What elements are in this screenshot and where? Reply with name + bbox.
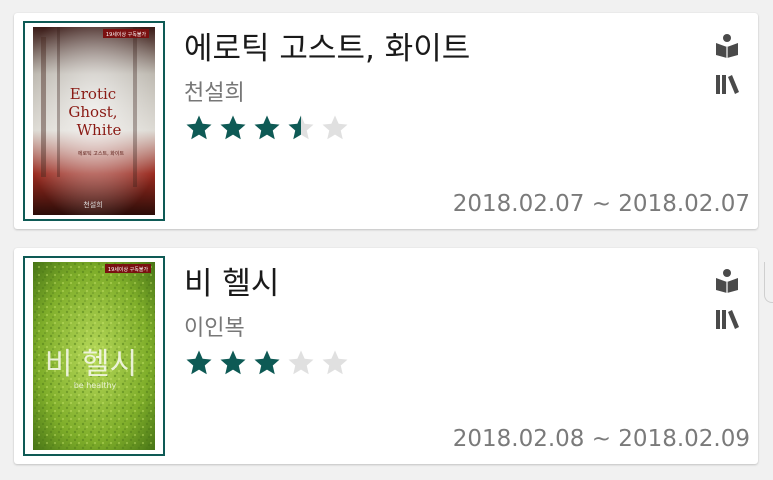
book-cover-frame[interactable]: 19세이상 구독불가 Erotic Ghost, White 에로틱 고스트, … (23, 21, 165, 221)
svg-text:19세이상 구독불가: 19세이상 구독불가 (108, 266, 149, 273)
star-filled-icon (218, 348, 248, 378)
svg-text:19세이상 구독불가: 19세이상 구독불가 (106, 31, 147, 38)
svg-text:Ghost,: Ghost, (68, 103, 117, 121)
book-title: 에로틱 고스트, 화이트 (184, 31, 471, 67)
book-card[interactable]: 19세이상 구독불가 Erotic Ghost, White 에로틱 고스트, … (14, 13, 758, 229)
star-filled-icon (218, 113, 248, 143)
bookshelf-icon[interactable] (714, 306, 740, 332)
reading-icon[interactable] (714, 267, 740, 293)
svg-text:에로틱 고스트, 화이트: 에로틱 고스트, 화이트 (78, 150, 125, 157)
scroll-indicator[interactable] (764, 262, 773, 303)
reading-date-range: 2018.02.07 ~ 2018.02.07 (452, 191, 750, 217)
book-history-list: 19세이상 구독불가 Erotic Ghost, White 에로틱 고스트, … (0, 0, 773, 480)
star-filled-icon (252, 113, 282, 143)
star-half-icon (286, 113, 316, 143)
book-card[interactable]: 19세이상 구독불가 비 헬시 be healthy 비 헬시 이인복 2018… (14, 248, 758, 464)
book-cover-image: 19세이상 구독불가 Erotic Ghost, White 에로틱 고스트, … (33, 27, 155, 215)
reading-icon[interactable] (714, 32, 740, 58)
star-filled-icon (252, 348, 282, 378)
cover-art-erotic-ghost: 19세이상 구독불가 Erotic Ghost, White 에로틱 고스트, … (33, 27, 155, 215)
book-cover-frame[interactable]: 19세이상 구독불가 비 헬시 be healthy (23, 256, 165, 456)
star-empty-icon (320, 348, 350, 378)
star-filled-icon (184, 113, 214, 143)
cover-art-be-healthy: 19세이상 구독불가 비 헬시 be healthy (33, 262, 155, 450)
book-title: 비 헬시 (184, 266, 280, 302)
star-empty-icon (320, 113, 350, 143)
reading-date-range: 2018.02.08 ~ 2018.02.09 (452, 426, 750, 452)
rating-stars (184, 113, 350, 145)
svg-text:be healthy: be healthy (74, 381, 117, 390)
svg-text:비 헬시: 비 헬시 (45, 347, 137, 382)
book-author: 이인복 (184, 316, 245, 341)
book-author: 천설희 (184, 81, 245, 106)
rating-stars (184, 348, 350, 380)
bookshelf-icon[interactable] (714, 71, 740, 97)
svg-text:Erotic: Erotic (70, 85, 116, 103)
svg-text:천설희: 천설희 (83, 200, 102, 209)
star-filled-icon (184, 348, 214, 378)
star-empty-icon (286, 348, 316, 378)
book-cover-image: 19세이상 구독불가 비 헬시 be healthy (33, 262, 155, 450)
svg-text:White: White (77, 121, 122, 139)
